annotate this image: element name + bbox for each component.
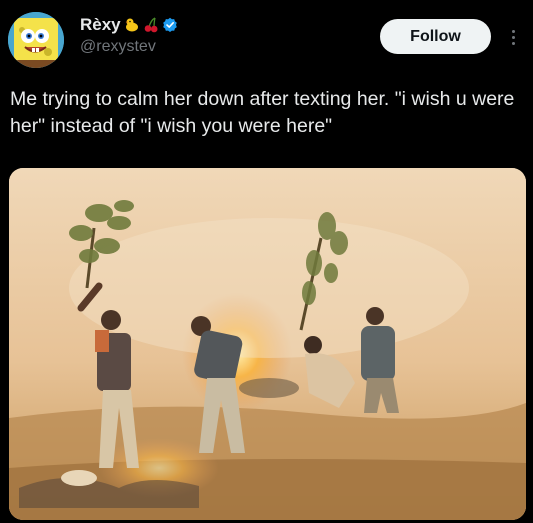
- author-name-row[interactable]: Rèxy: [80, 14, 178, 36]
- tweet-photo[interactable]: [9, 168, 526, 520]
- spongebob-avatar-image: [8, 12, 64, 68]
- author-handle[interactable]: @rexystev: [80, 38, 156, 56]
- more-dot: [511, 29, 515, 33]
- display-name[interactable]: Rèxy: [80, 15, 121, 35]
- more-vertical-icon[interactable]: [503, 22, 523, 52]
- more-dot: [511, 35, 515, 39]
- avatar[interactable]: [8, 12, 64, 68]
- fire-scene-image: [9, 168, 526, 520]
- cherry-emoji-icon: [144, 17, 158, 33]
- duck-emoji-icon: [125, 18, 138, 32]
- tweet: Rèxy @rexystev Follow Me trying to calm …: [0, 0, 533, 523]
- tweet-text: Me trying to calm her down after texting…: [10, 88, 515, 137]
- follow-button[interactable]: Follow: [380, 19, 491, 54]
- more-dot: [511, 41, 515, 45]
- verified-badge-icon: [162, 17, 177, 32]
